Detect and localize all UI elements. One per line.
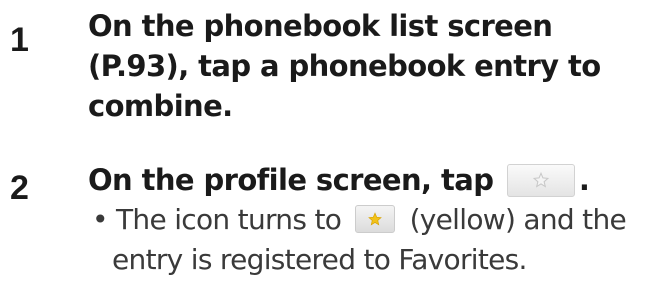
step-number: 1 <box>10 21 29 59</box>
star-outline-icon <box>506 163 575 197</box>
step-instruction-period: . <box>578 163 590 197</box>
step-instruction: On the phonebook list screen (P.93), tap… <box>88 6 658 126</box>
step-instruction-line: combine. <box>88 89 233 123</box>
bullet-text: entry is registered to Favorites. <box>112 243 527 276</box>
step-instruction: On the profile screen, tap . <box>88 160 658 200</box>
star-yellow-icon <box>355 205 396 233</box>
bullet-text: (yellow) and the <box>409 203 627 236</box>
bullet-note: • The icon turns to (yellow) and the ent… <box>92 200 658 280</box>
bullet-text: The icon turns to <box>116 203 342 236</box>
step-instruction-text: On the profile screen, tap <box>88 163 494 197</box>
step-instruction-line: (P.93), tap a phonebook entry to <box>88 49 601 83</box>
step-number: 2 <box>10 169 29 207</box>
bullet-marker: • <box>92 203 109 236</box>
step-instruction-line: On the phonebook list screen <box>88 9 553 43</box>
